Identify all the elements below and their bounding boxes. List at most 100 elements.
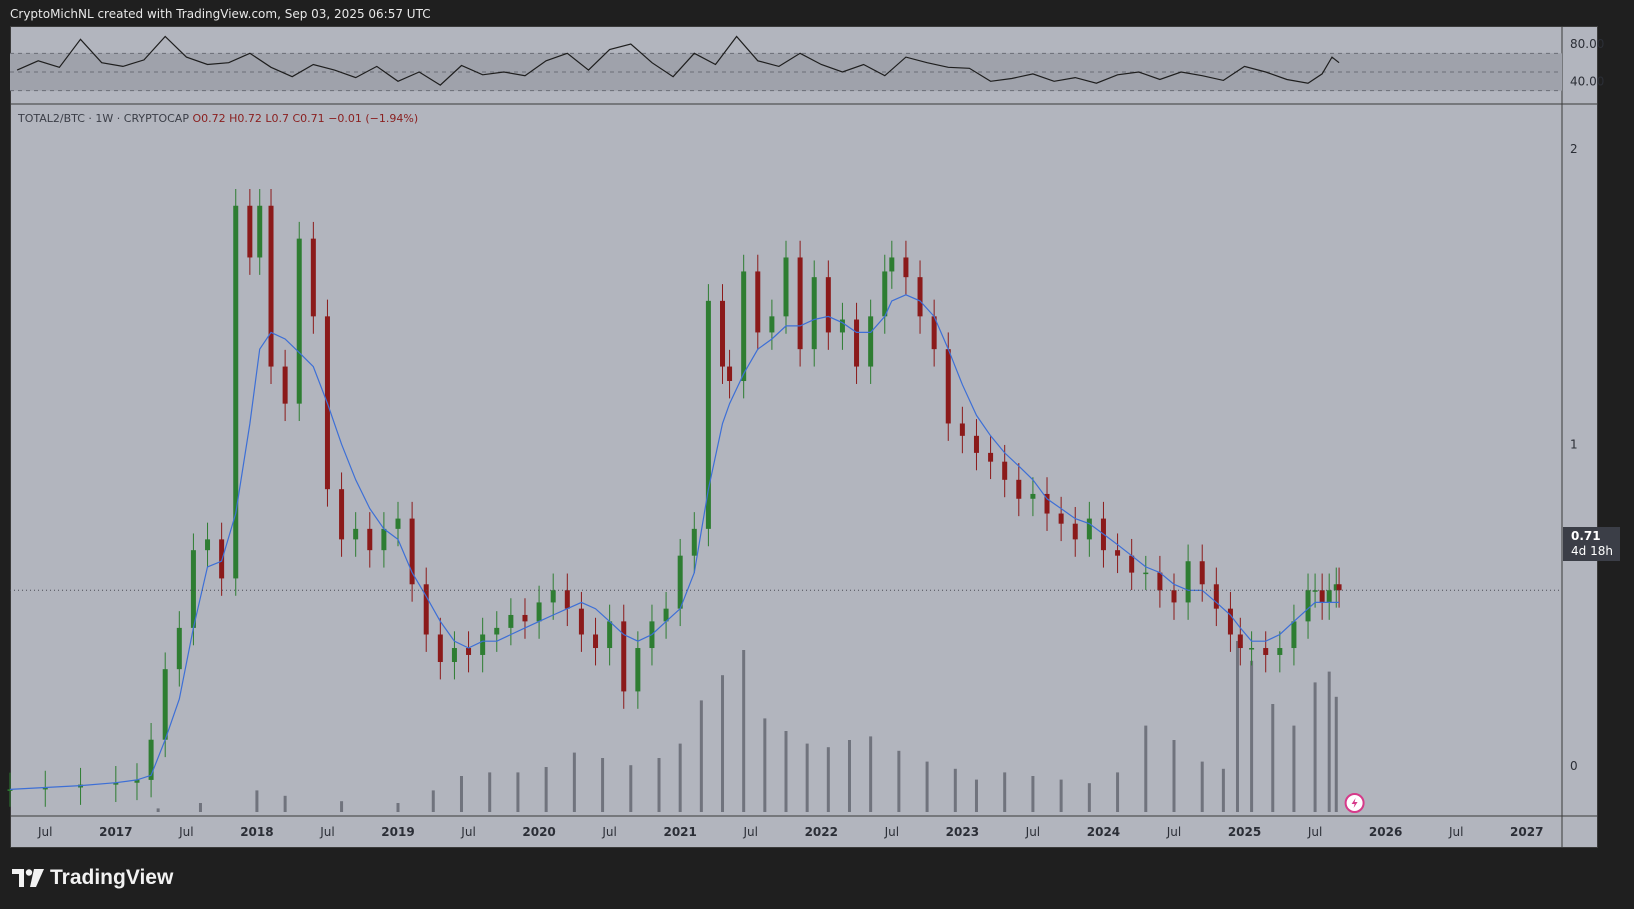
volume-bar: [1334, 696, 1338, 812]
candle-body: [973, 435, 979, 453]
candle-body: [593, 634, 599, 649]
candle-body: [564, 590, 570, 609]
volume-bar: [925, 761, 929, 812]
candle-body: [1115, 550, 1121, 556]
volume-bar: [784, 731, 788, 812]
candle-body: [1072, 523, 1078, 540]
candle-body: [1058, 513, 1064, 524]
candle-body: [480, 634, 486, 655]
candle-body: [423, 584, 429, 635]
volume-bar: [953, 768, 957, 812]
candle-body: [769, 316, 775, 333]
volume-bar: [699, 700, 703, 812]
candle-body: [1016, 479, 1022, 499]
tradingview-brand[interactable]: TradingView: [12, 866, 173, 890]
volume-bar: [516, 772, 520, 812]
volume-bar: [629, 765, 633, 812]
candle-body: [395, 518, 401, 529]
volume-bar: [897, 750, 901, 812]
candle-body: [917, 277, 923, 317]
volume-bar: [1313, 682, 1317, 812]
time-tick-label: 2021: [663, 825, 696, 839]
candle-body: [741, 271, 747, 382]
time-tick-label: Jul: [1448, 825, 1463, 839]
volume-bar: [1059, 779, 1063, 812]
last-price: 0.71: [1571, 529, 1601, 543]
candle-body: [1291, 621, 1297, 649]
time-tick-label: Jul: [1307, 825, 1322, 839]
candle-body: [1002, 461, 1008, 480]
volume-bar: [283, 795, 287, 812]
time-tick-label: Jul: [742, 825, 757, 839]
candle-body: [257, 205, 263, 258]
candle-body: [451, 648, 457, 663]
volume-bar: [1200, 761, 1204, 812]
candle-body: [691, 528, 697, 556]
rsi-tick-label: 40.00: [1570, 74, 1604, 88]
volume-bar: [1221, 768, 1225, 812]
candle-body: [988, 452, 994, 462]
time-tick-label: Jul: [884, 825, 899, 839]
volume-bar: [1087, 783, 1091, 812]
candle-body: [205, 539, 211, 551]
candle-body: [882, 271, 888, 317]
candle-body: [1336, 584, 1342, 591]
time-tick-label: 2025: [1228, 825, 1261, 839]
candle-body: [783, 257, 789, 317]
last-price-tag: 0.71 4d 18h: [1563, 527, 1620, 561]
time-tick-label: Jul: [1166, 825, 1181, 839]
candle-body: [310, 238, 316, 317]
candle-body: [607, 621, 613, 649]
time-tick-label: Jul: [460, 825, 475, 839]
price-tick-label: 1: [1570, 437, 1578, 451]
volume-bar: [340, 801, 344, 812]
change-value: −0.01 (−1.94%): [328, 112, 419, 125]
symbol-label[interactable]: TOTAL2/BTC · 1W · CRYPTOCAP: [18, 112, 189, 125]
chart-canvas[interactable]: 80.00 40.00 2 1 0 Jul 2017 Jul 2018 Jul 2019 Jul 202…: [0, 0, 1634, 909]
candle-body: [381, 528, 387, 551]
candle-body: [945, 349, 951, 424]
volume-bar: [572, 752, 576, 812]
candle-body: [1143, 572, 1149, 575]
candle-body: [247, 205, 253, 258]
candle-body: [1249, 648, 1255, 650]
volume-bar: [601, 758, 605, 812]
candle-body: [1030, 493, 1036, 499]
time-tick-label: Jul: [178, 825, 193, 839]
candle-body: [705, 300, 711, 529]
candle-body: [1171, 590, 1177, 603]
time-tick-label: Jul: [319, 825, 334, 839]
volume-bar: [1144, 725, 1148, 812]
volume-bar: [1031, 776, 1035, 812]
volume-bar: [1271, 704, 1275, 812]
volume-bar: [488, 772, 492, 812]
volume-bar: [396, 803, 400, 812]
rsi-tick-label: 80.00: [1570, 37, 1604, 51]
volume-bar: [1235, 641, 1239, 812]
candle-body: [1326, 590, 1332, 603]
bar-countdown: 4d 18h: [1571, 544, 1613, 558]
candle-body: [1213, 584, 1219, 609]
price-tick-label: 0: [1570, 759, 1578, 773]
candle-body: [190, 550, 196, 628]
volume-bar: [974, 779, 978, 812]
volume-bar: [742, 650, 746, 812]
open-value: O0.72: [192, 112, 226, 125]
candle-body: [437, 634, 443, 663]
time-tick-label: 2023: [946, 825, 979, 839]
volume-bar: [1003, 772, 1007, 812]
candle-body: [677, 555, 683, 609]
time-tick-label: 2022: [805, 825, 838, 839]
candle-body: [1199, 561, 1205, 585]
candle-body: [578, 608, 584, 635]
volume-bar: [1116, 772, 1120, 812]
candle-body: [635, 648, 641, 692]
candle-body: [797, 257, 803, 350]
symbol-legend[interactable]: TOTAL2/BTC · 1W · CRYPTOCAP O0.72 H0.72 …: [18, 112, 418, 125]
low-value: L0.7: [265, 112, 289, 125]
candle-body: [296, 238, 302, 404]
volume-bar: [431, 790, 435, 812]
brand-name: TradingView: [50, 866, 174, 889]
candle-body: [466, 648, 472, 655]
candle-body: [233, 205, 239, 579]
